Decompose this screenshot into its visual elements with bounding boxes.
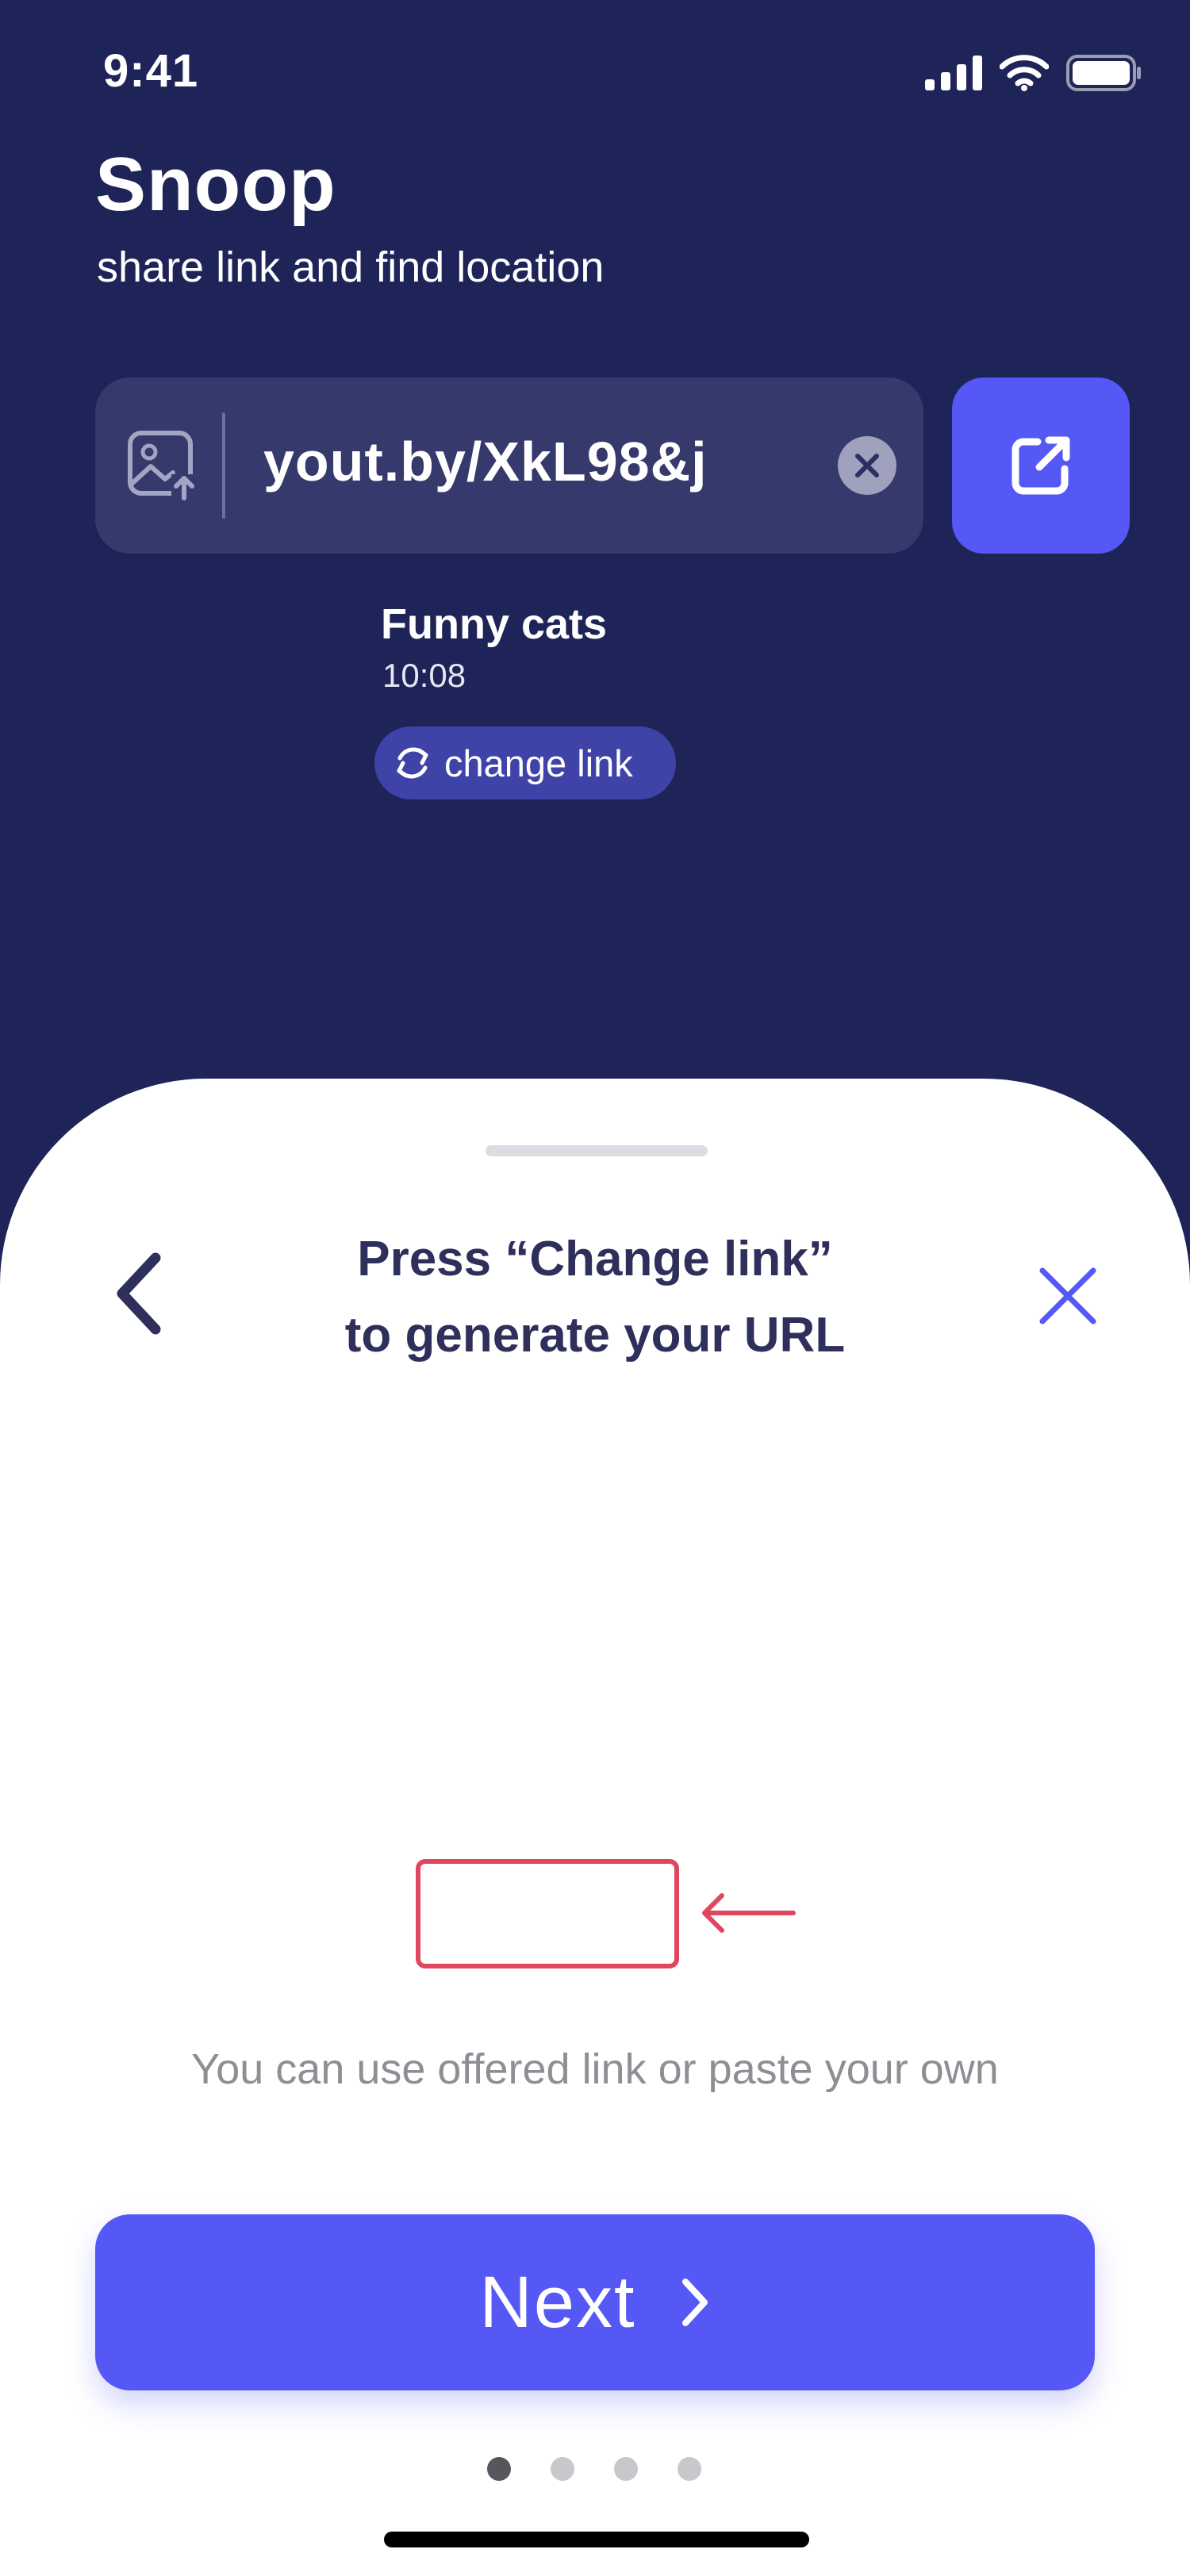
- close-button[interactable]: [1023, 1252, 1112, 1340]
- close-icon: [1039, 1267, 1096, 1324]
- app-subtitle: share link and find location: [97, 243, 605, 291]
- back-button[interactable]: [95, 1242, 182, 1345]
- battery-icon: [1066, 55, 1141, 91]
- sheet-title: Press “Change link” to generate your URL: [238, 1221, 952, 1374]
- change-link-label: change link: [444, 742, 633, 784]
- status-time: 9:41: [103, 45, 199, 97]
- refresh-icon: [397, 747, 428, 779]
- status-icons: [925, 49, 1142, 97]
- video-title: Funny cats: [381, 600, 608, 648]
- hint-text: You can use offered link or paste your o…: [191, 2045, 999, 2093]
- page-dot-4[interactable]: [678, 2457, 701, 2481]
- arrow-left-icon: [702, 1893, 796, 1933]
- sheet-grabber[interactable]: [486, 1145, 708, 1156]
- external-link-icon: [1012, 436, 1070, 495]
- next-label: Next: [479, 2261, 636, 2343]
- chevron-right-icon: [681, 2279, 708, 2326]
- video-time: 10:08: [382, 657, 466, 694]
- link-value[interactable]: yout.by/XkL98&j: [263, 430, 708, 493]
- clear-icon: [855, 454, 879, 477]
- field-divider: [222, 412, 225, 519]
- change-link-button[interactable]: change link: [374, 726, 676, 799]
- wifi-icon: [1000, 55, 1049, 91]
- page-dot-1[interactable]: [487, 2457, 511, 2481]
- link-input-field[interactable]: yout.by/XkL98&j: [95, 378, 923, 554]
- page-indicator: [487, 2457, 701, 2481]
- sheet-title-line-1: Press “Change link”: [357, 1232, 833, 1286]
- cellular-signal-icon: [925, 56, 982, 90]
- app-title: Snoop: [95, 142, 336, 227]
- chevron-left-icon: [117, 1252, 161, 1335]
- clear-button[interactable]: [838, 436, 896, 495]
- image-upload-icon[interactable]: [125, 428, 200, 503]
- home-indicator[interactable]: [384, 2532, 809, 2547]
- app-screen: 9:41 Snoop share link and find location: [0, 0, 1190, 2576]
- page-dot-2[interactable]: [551, 2457, 574, 2481]
- open-link-button[interactable]: [952, 378, 1130, 554]
- next-button[interactable]: Next: [95, 2214, 1095, 2390]
- sheet-title-line-2: to generate your URL: [344, 1308, 846, 1363]
- page-dot-3[interactable]: [614, 2457, 638, 2481]
- onboarding-sheet: Press “Change link” to generate your URL…: [0, 1079, 1190, 2576]
- highlight-box: [416, 1859, 679, 1968]
